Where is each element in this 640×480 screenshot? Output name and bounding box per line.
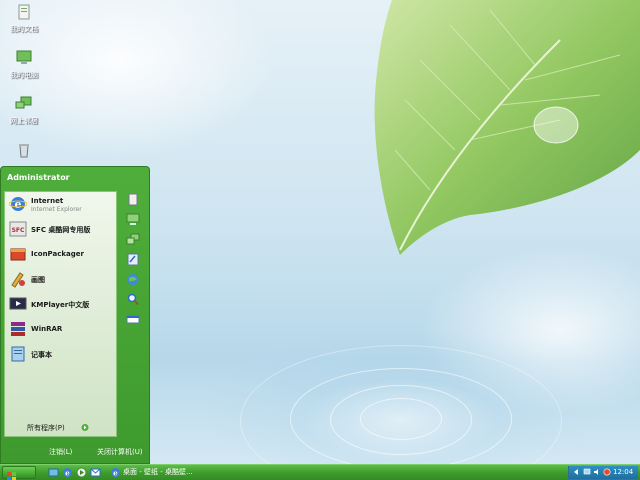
desktop-icon-recycle-bin[interactable]: [2, 142, 46, 162]
start-menu: Administrator e Internet Internet Explor…: [0, 166, 150, 464]
winrar-icon: [11, 322, 25, 336]
taskbar: e e 桌面 - 壁纸 - 桌酷壁... 12:04: [0, 464, 640, 480]
control-panel-icon[interactable]: [126, 253, 140, 266]
kmplayer-icon: [9, 297, 27, 310]
desktop-icon-label: 网上邻居: [10, 117, 38, 125]
desktop-icon-label: 我的文档: [10, 25, 38, 33]
places-column: [120, 191, 148, 437]
recycle-bin-icon: [19, 144, 29, 158]
program-internet-explorer[interactable]: e Internet Internet Explorer: [7, 194, 114, 214]
sfc-app-icon: SFC: [9, 221, 27, 237]
windows-logo-icon: [7, 472, 16, 480]
program-notepad[interactable]: 记事本: [7, 344, 114, 364]
program-name: IconPackager: [31, 250, 84, 258]
outlook-express-icon[interactable]: [90, 467, 101, 478]
logoff-button[interactable]: 注销(L): [49, 447, 72, 457]
start-menu-user-name: Administrator: [7, 173, 70, 182]
program-sfc[interactable]: SFC SFC 桌酷网专用版: [7, 219, 114, 239]
help-globe-icon[interactable]: [126, 273, 140, 286]
network-status-icon[interactable]: [583, 468, 591, 476]
program-paint[interactable]: 画图: [7, 269, 114, 289]
desktop-icon-network-places[interactable]: 网上邻居: [2, 96, 46, 126]
all-programs-button[interactable]: 所有程序(P): [27, 423, 65, 433]
notepad-icon: [11, 346, 25, 362]
my-documents-icon[interactable]: [126, 193, 140, 206]
taskbar-window-button[interactable]: e 桌面 - 壁纸 - 桌酷壁...: [108, 466, 194, 479]
taskbar-clock: 12:04: [613, 468, 634, 476]
desktop-wallpaper: 我的文档 我的电脑 网上邻居 Administrator e Internet …: [0, 0, 640, 480]
program-subtitle: Internet Explorer: [31, 206, 82, 213]
start-menu-footer: 注销(L) 关闭计算机(U): [1, 443, 149, 463]
internet-explorer-icon: e: [111, 468, 120, 478]
network-icon: [15, 96, 32, 109]
program-name: 画图: [31, 276, 45, 284]
computer-icon: [16, 50, 32, 64]
search-icon[interactable]: [126, 293, 140, 306]
program-name: 记事本: [31, 351, 52, 359]
internet-explorer-icon[interactable]: e: [62, 467, 73, 478]
program-iconpackager[interactable]: IconPackager: [7, 244, 114, 264]
program-kmplayer[interactable]: KMPlayer中文版: [7, 294, 114, 314]
program-winrar[interactable]: WinRAR: [7, 319, 114, 339]
iconpackager-icon: [10, 248, 26, 261]
paint-icon: [11, 272, 25, 288]
tray-arrow-icon[interactable]: [572, 468, 580, 476]
security-status-icon[interactable]: [603, 468, 611, 476]
svg-text:e: e: [65, 469, 70, 478]
desktop-icon-my-computer[interactable]: 我的电脑: [2, 50, 46, 80]
program-name: KMPlayer中文版: [31, 301, 90, 309]
program-name: WinRAR: [31, 325, 63, 333]
start-button[interactable]: [2, 466, 36, 480]
desktop-icon-my-documents[interactable]: 我的文档: [2, 4, 46, 34]
pinned-programs-panel: e Internet Internet Explorer SFC SFC 桌酷网…: [4, 191, 117, 437]
shutdown-button[interactable]: 关闭计算机(U): [97, 447, 143, 457]
svg-text:e: e: [15, 198, 22, 211]
show-desktop-icon[interactable]: [48, 467, 59, 478]
volume-icon[interactable]: [593, 468, 601, 476]
system-tray: 12:04: [568, 466, 638, 479]
svg-text:e: e: [113, 469, 118, 478]
media-player-icon[interactable]: [76, 467, 87, 478]
arrow-right-icon: [81, 424, 89, 431]
my-computer-icon[interactable]: [126, 213, 140, 226]
taskbar-window-title: 桌面 - 壁纸 - 桌酷壁...: [123, 468, 193, 476]
run-icon[interactable]: [126, 313, 140, 326]
network-icon[interactable]: [126, 233, 140, 246]
program-name: SFC 桌酷网专用版: [31, 226, 91, 234]
internet-explorer-icon: e: [9, 197, 27, 211]
document-folder-icon: [18, 4, 30, 20]
desktop-icon-label: 我的电脑: [10, 71, 38, 79]
program-name: Internet: [31, 197, 64, 205]
svg-text:SFC: SFC: [12, 227, 25, 234]
